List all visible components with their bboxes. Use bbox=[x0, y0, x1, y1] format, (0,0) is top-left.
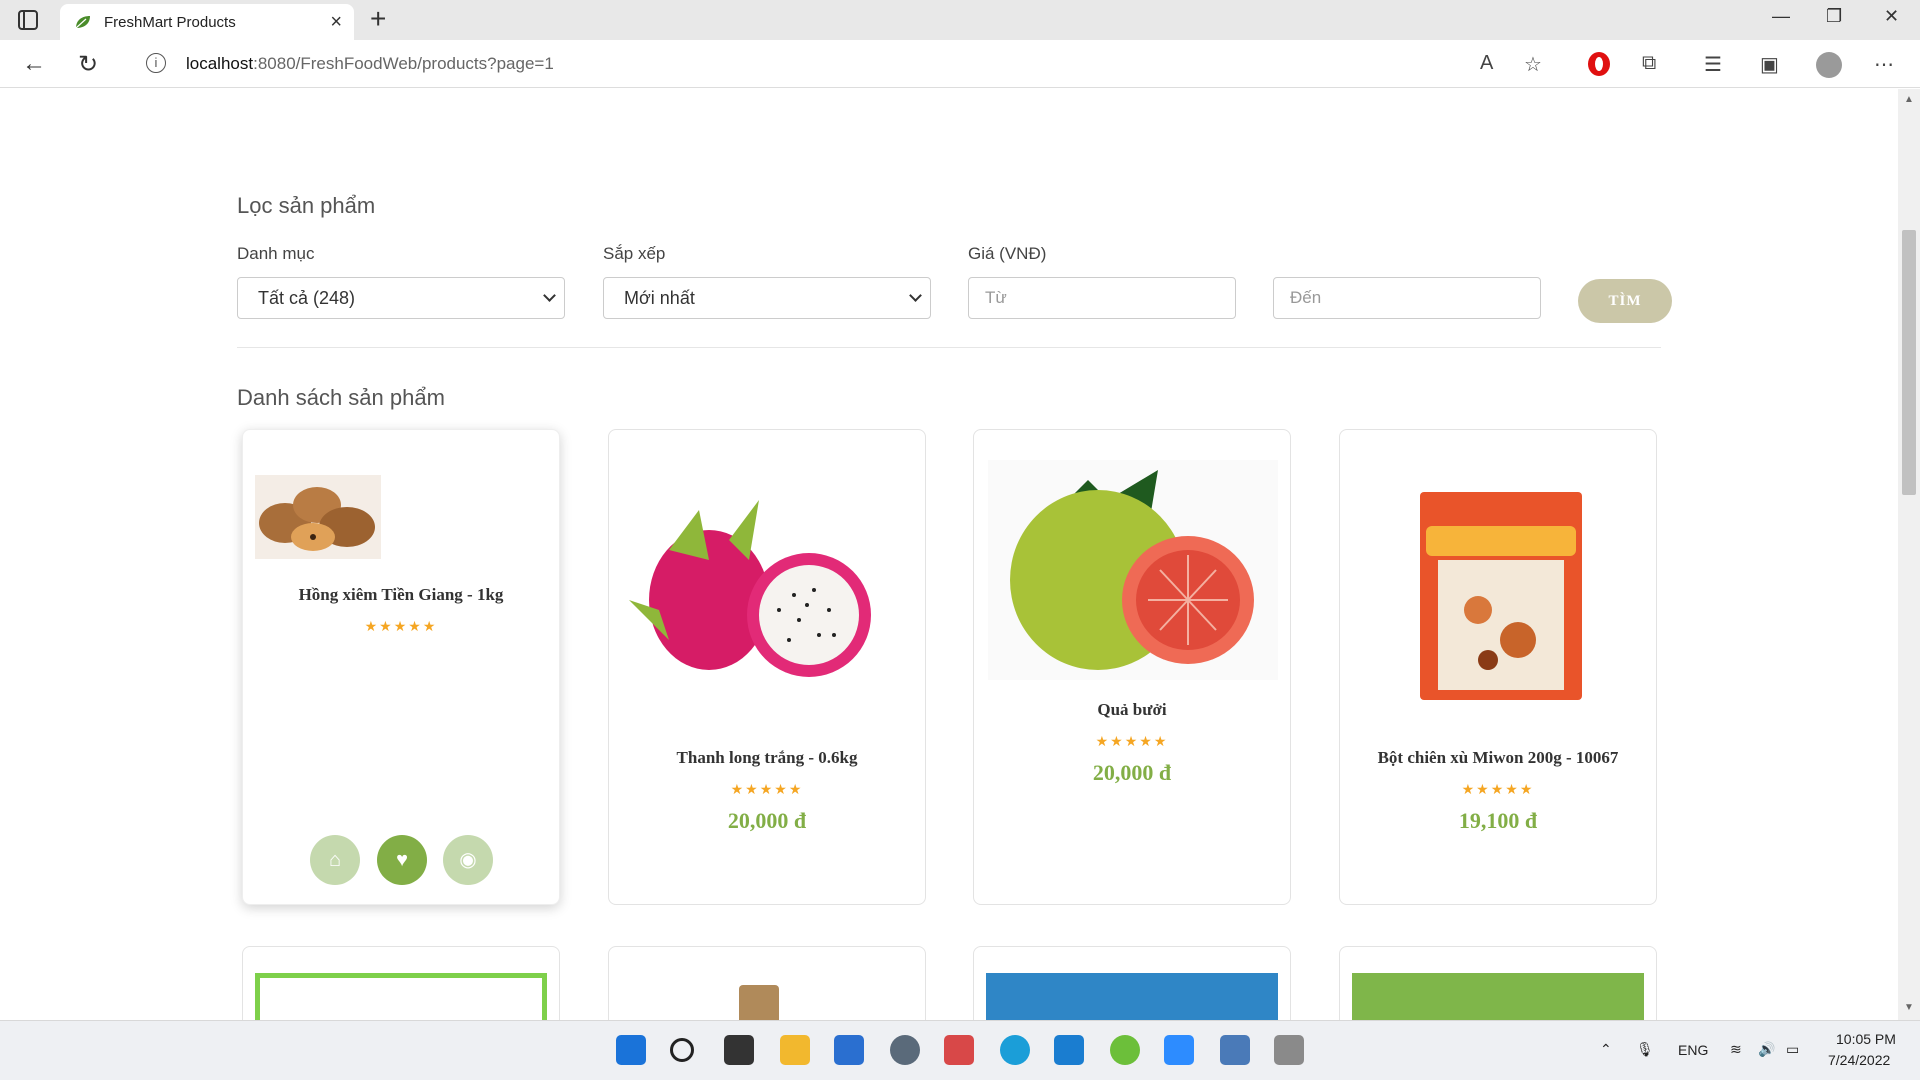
product-card[interactable] bbox=[242, 946, 560, 1020]
sort-select[interactable]: Mới nhất bbox=[603, 277, 931, 319]
filter-title: Lọc sản phẩm bbox=[237, 193, 376, 218]
extensions-icon[interactable]: ⧉ bbox=[1642, 52, 1656, 75]
rating-stars: ★★★★★ bbox=[1461, 781, 1535, 797]
product-name[interactable]: Bột chiên xù Miwon 200g - 10067 bbox=[1340, 748, 1656, 768]
chevron-down-icon bbox=[909, 289, 922, 302]
rating-stars: ★★★★★ bbox=[730, 781, 804, 797]
rating-stars: ★★★★★ bbox=[1095, 733, 1169, 749]
chevron-down-icon bbox=[543, 289, 556, 302]
edge-icon[interactable] bbox=[1000, 1035, 1030, 1065]
product-name[interactable]: Thanh long trắng - 0.6kg bbox=[609, 748, 925, 768]
restore-icon[interactable]: ❐ bbox=[1826, 6, 1842, 27]
minimize-icon[interactable]: — bbox=[1772, 6, 1790, 27]
profile-avatar[interactable] bbox=[1816, 52, 1842, 78]
product-card[interactable] bbox=[1339, 946, 1657, 1020]
product-image-sapodilla bbox=[255, 475, 381, 559]
battery-icon[interactable]: ▭ bbox=[1786, 1041, 1799, 1058]
opera-extension-icon[interactable] bbox=[1588, 52, 1610, 76]
heart-icon[interactable]: ♥ bbox=[377, 835, 427, 885]
url-text[interactable]: localhost:8080/FreshFoodWeb/products?pag… bbox=[186, 54, 554, 74]
scrollbar[interactable] bbox=[1898, 89, 1920, 1020]
vscode-icon[interactable] bbox=[1054, 1035, 1084, 1065]
read-aloud-icon[interactable]: A bbox=[1480, 52, 1493, 75]
divider bbox=[237, 347, 1661, 348]
price-to-input[interactable] bbox=[1273, 277, 1541, 319]
task-view-icon[interactable] bbox=[724, 1035, 754, 1065]
clock-date[interactable]: 7/24/2022 bbox=[1828, 1052, 1890, 1068]
product-price: 20,000 đ bbox=[1092, 760, 1172, 785]
snipping-icon[interactable] bbox=[944, 1035, 974, 1065]
favorite-add-icon[interactable]: ☆ bbox=[1524, 52, 1542, 77]
product-card[interactable]: Hồng xiêm Tiền Giang - 1kg ★★★★★ ⌂ ♥ ◉ bbox=[242, 429, 560, 905]
eye-icon[interactable]: ◉ bbox=[443, 835, 493, 885]
windows-taskbar: ⌃ 🎙 ENG ≋ 🔊 ▭ 10:05 PM 7/24/2022 bbox=[0, 1020, 1920, 1080]
zoom-icon[interactable] bbox=[1164, 1035, 1194, 1065]
product-image bbox=[986, 973, 1278, 1020]
browser-tab-bar: FreshMart Products × + — ❐ ✕ bbox=[0, 0, 1920, 40]
product-card[interactable]: Bột chiên xù Miwon 200g - 10067 ★★★★★ 19… bbox=[1339, 429, 1657, 905]
price-label: Giá (VNĐ) bbox=[968, 244, 1047, 263]
language-indicator[interactable]: ENG bbox=[1678, 1042, 1708, 1058]
product-card[interactable]: Thanh long trắng - 0.6kg ★★★★★ 20,000 đ bbox=[608, 429, 926, 905]
settings-icon[interactable] bbox=[890, 1035, 920, 1065]
favorites-icon[interactable]: ☰ bbox=[1704, 52, 1722, 77]
more-menu-icon[interactable]: ⋯ bbox=[1874, 52, 1894, 77]
scroll-down-icon[interactable]: ▼ bbox=[1904, 1002, 1914, 1013]
product-card[interactable] bbox=[973, 946, 1291, 1020]
sort-label: Sắp xếp bbox=[603, 244, 666, 263]
start-icon[interactable] bbox=[616, 1035, 646, 1065]
leaf-icon bbox=[75, 16, 90, 29]
clock-time[interactable]: 10:05 PM bbox=[1836, 1031, 1896, 1047]
products-title: Danh sách sản phẩm bbox=[237, 385, 445, 410]
collections-icon[interactable]: ▣ bbox=[1760, 52, 1779, 77]
close-window-icon[interactable]: ✕ bbox=[1884, 6, 1899, 27]
product-price: 20,000 đ bbox=[727, 808, 807, 833]
category-label: Danh mục bbox=[237, 244, 315, 263]
wifi-icon[interactable]: ≋ bbox=[1730, 1041, 1742, 1058]
tab-actions-icon[interactable] bbox=[18, 10, 38, 30]
product-image bbox=[255, 973, 547, 1020]
product-image-pomelo bbox=[988, 460, 1278, 680]
basket-icon[interactable]: ⌂ bbox=[310, 835, 360, 885]
product-price: 19,100 đ bbox=[1458, 808, 1538, 833]
category-select[interactable]: Tất cả (248) bbox=[237, 277, 565, 319]
back-icon[interactable]: ← bbox=[22, 50, 46, 78]
new-tab-icon[interactable]: + bbox=[370, 3, 386, 35]
product-image-panko bbox=[1420, 492, 1582, 700]
refresh-icon[interactable]: ↻ bbox=[78, 50, 98, 79]
microphone-icon[interactable]: 🎙 bbox=[1636, 1041, 1654, 1058]
product-image bbox=[1352, 973, 1644, 1020]
virtualbox-icon[interactable] bbox=[1220, 1035, 1250, 1065]
product-card[interactable] bbox=[608, 946, 926, 1020]
browser-toolbar: ← ↻ i localhost:8080/FreshFoodWeb/produc… bbox=[0, 40, 1920, 88]
product-name[interactable]: Hồng xiêm Tiền Giang - 1kg bbox=[243, 585, 559, 605]
search-button[interactable]: TÌM bbox=[1578, 279, 1672, 323]
close-tab-icon[interactable]: × bbox=[330, 11, 342, 34]
tab-title: FreshMart Products bbox=[104, 14, 236, 31]
product-image bbox=[739, 985, 779, 1020]
rating-stars: ★★★★★ bbox=[364, 618, 438, 634]
info-icon[interactable]: i bbox=[146, 53, 166, 73]
scroll-up-icon[interactable]: ▲ bbox=[1904, 94, 1914, 105]
product-card[interactable]: Quả bưởi ★★★★★ 20,000 đ bbox=[973, 429, 1291, 905]
browser-tab[interactable]: FreshMart Products × bbox=[60, 4, 354, 40]
store-icon[interactable] bbox=[834, 1035, 864, 1065]
network-tool-icon[interactable] bbox=[1274, 1035, 1304, 1065]
chevron-up-icon[interactable]: ⌃ bbox=[1600, 1041, 1612, 1058]
price-from-input[interactable] bbox=[968, 277, 1236, 319]
file-explorer-icon[interactable] bbox=[780, 1035, 810, 1065]
product-image-dragon-fruit bbox=[629, 500, 871, 677]
search-icon[interactable] bbox=[670, 1038, 694, 1062]
page-content: Lọc sản phẩm Danh mục Sắp xếp Giá (VNĐ) … bbox=[0, 89, 1898, 1020]
app-icon[interactable] bbox=[1110, 1035, 1140, 1065]
volume-icon[interactable]: 🔊 bbox=[1758, 1041, 1775, 1058]
product-name[interactable]: Quả bưởi bbox=[974, 700, 1290, 720]
address-bar[interactable]: i localhost:8080/FreshFoodWeb/products?p… bbox=[124, 45, 1524, 83]
scrollbar-thumb[interactable] bbox=[1902, 230, 1916, 495]
